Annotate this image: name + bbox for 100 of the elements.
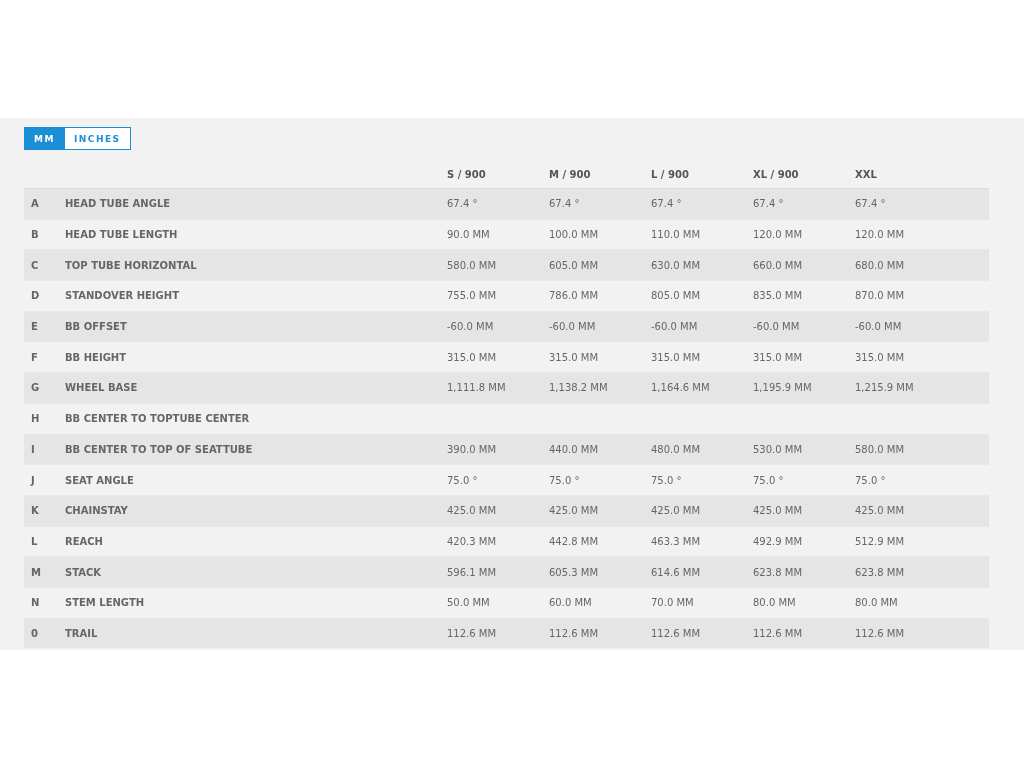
table-cell-text: 67.4 ° <box>549 198 581 210</box>
table-cell-text: 440.0 MM <box>549 443 600 455</box>
table-cell-text: 623.8 MM <box>753 566 804 578</box>
table-cell-text: 580.0 MM <box>855 443 906 455</box>
table-cell-text: 512.9 MM <box>855 535 906 547</box>
table-cell-text: 75.0 ° <box>549 474 581 486</box>
table-cell-text: 680.0 MM <box>855 259 906 271</box>
table-cell-text: 786.0 MM <box>549 290 600 302</box>
measurement-name: BB OFFSET <box>65 321 128 333</box>
table-cell-text: 1,138.2 MM <box>549 382 609 394</box>
table-cell-text: 315.0 MM <box>855 351 906 363</box>
table-cell-text: 75.0 ° <box>447 474 479 486</box>
column-header: S / 900 <box>447 168 487 180</box>
table-cell-text: 75.0 ° <box>855 474 887 486</box>
row-letter: E <box>30 321 39 333</box>
measurement-name: STANDOVER HEIGHT <box>65 290 180 302</box>
table-cell-text: 1,111.8 MM <box>447 382 507 394</box>
table-cell-text: -60.0 MM <box>651 321 699 333</box>
table-cell-text: 80.0 MM <box>855 597 899 609</box>
measurement-name: HEAD TUBE LENGTH <box>65 229 179 241</box>
table-cell-text: 100.0 MM <box>549 229 600 241</box>
row-letter: G <box>30 382 41 394</box>
table-cell-text: 112.6 MM <box>855 627 906 639</box>
table-cell-text: 112.6 MM <box>447 627 498 639</box>
measurement-name: TRAIL <box>65 627 99 639</box>
table-cell-text: 425.0 MM <box>447 505 498 517</box>
table-cell-text: -60.0 MM <box>753 321 801 333</box>
table-cell-text: 75.0 ° <box>651 474 683 486</box>
row-letter: B <box>30 229 40 241</box>
table-cell-text: 623.8 MM <box>855 566 906 578</box>
row-letter: F <box>30 351 39 363</box>
table-cell-text: -60.0 MM <box>855 321 903 333</box>
table-cell-text: 425.0 MM <box>651 505 702 517</box>
measurement-name: CHAINSTAY <box>65 505 129 517</box>
table-cell-text: -60.0 MM <box>447 321 495 333</box>
table-cell-text: 112.6 MM <box>753 627 804 639</box>
table-cell-text: 315.0 MM <box>447 351 498 363</box>
table-cell-text: 630.0 MM <box>651 259 702 271</box>
measurement-name: BB CENTER TO TOPTUBE CENTER <box>65 413 251 425</box>
row-letter: L <box>30 535 39 547</box>
table-cell-text: 1,215.9 MM <box>855 382 915 394</box>
table-cell-text: 425.0 MM <box>753 505 804 517</box>
row-letter: D <box>30 290 41 302</box>
table-cell-text: 67.4 ° <box>651 198 683 210</box>
measurement-name: STEM LENGTH <box>65 597 146 609</box>
table-cell-text: 805.0 MM <box>651 290 702 302</box>
column-header: L / 900 <box>651 168 690 180</box>
table-cell-text: 1,195.9 MM <box>753 382 813 394</box>
row-letter: 0 <box>30 627 39 639</box>
table-cell-text: 390.0 MM <box>447 443 498 455</box>
table-cell-text: 442.8 MM <box>549 535 600 547</box>
table-cell-text: 315.0 MM <box>753 351 804 363</box>
measurement-name: SEAT ANGLE <box>65 474 135 486</box>
table-cell-text: 580.0 MM <box>447 259 498 271</box>
table-cell-text: 870.0 MM <box>855 290 906 302</box>
table-cell-text: 463.3 MM <box>651 535 702 547</box>
table-cell-text: 315.0 MM <box>549 351 600 363</box>
table-cell-text: 60.0 MM <box>549 597 593 609</box>
row-letter: N <box>30 597 41 609</box>
unit-tab[interactable]: INCHES <box>64 127 131 150</box>
table-cell-text: 80.0 MM <box>753 597 797 609</box>
row-letter: I <box>30 443 36 455</box>
measurement-name: WHEEL BASE <box>65 382 139 394</box>
table-cell-text: 70.0 MM <box>651 597 695 609</box>
table-cell-text: 755.0 MM <box>447 290 498 302</box>
column-header: XL / 900 <box>753 168 800 180</box>
table-cell-text: 110.0 MM <box>651 229 702 241</box>
table-cell-text: 75.0 ° <box>753 474 785 486</box>
row-letter: K <box>30 505 40 517</box>
measurement-name: TOP TUBE HORIZONTAL <box>65 259 198 271</box>
table-cell-text: 50.0 MM <box>447 597 491 609</box>
table-cell-text: 112.6 MM <box>549 627 600 639</box>
measurement-name: REACH <box>65 535 104 547</box>
table-cell-text: 90.0 MM <box>447 229 491 241</box>
table-cell-text: 67.4 ° <box>447 198 479 210</box>
table-cell-text: 420.3 MM <box>447 535 498 547</box>
table-cell-text: 1,164.6 MM <box>651 382 711 394</box>
table-cell-text: 614.6 MM <box>651 566 702 578</box>
table-cell-text: 605.0 MM <box>549 259 600 271</box>
measurement-name: BB CENTER TO TOP OF SEATTUBE <box>65 443 254 455</box>
table-cell-text: 112.6 MM <box>651 627 702 639</box>
row-letter: A <box>30 198 40 210</box>
unit-tab[interactable]: MM <box>24 127 65 150</box>
column-header: M / 900 <box>549 168 592 180</box>
table-cell-text: 835.0 MM <box>753 290 804 302</box>
measurement-name: HEAD TUBE ANGLE <box>65 198 172 210</box>
row-letter: H <box>30 413 41 425</box>
table-cell-text: 596.1 MM <box>447 566 498 578</box>
table-cell-text: 67.4 ° <box>753 198 785 210</box>
table-cell-text: 480.0 MM <box>651 443 702 455</box>
table-cell-text: 425.0 MM <box>855 505 906 517</box>
table-cell-text: 425.0 MM <box>549 505 600 517</box>
table-cell-text: 492.9 MM <box>753 535 804 547</box>
table-cell-text: 120.0 MM <box>753 229 804 241</box>
measurement-name: STACK <box>65 566 103 578</box>
table-cell-text: 605.3 MM <box>549 566 600 578</box>
table-cell-text: 660.0 MM <box>753 259 804 271</box>
row-letter: C <box>30 259 40 271</box>
table-cell-text: 530.0 MM <box>753 443 804 455</box>
table-cell-text: -60.0 MM <box>549 321 597 333</box>
